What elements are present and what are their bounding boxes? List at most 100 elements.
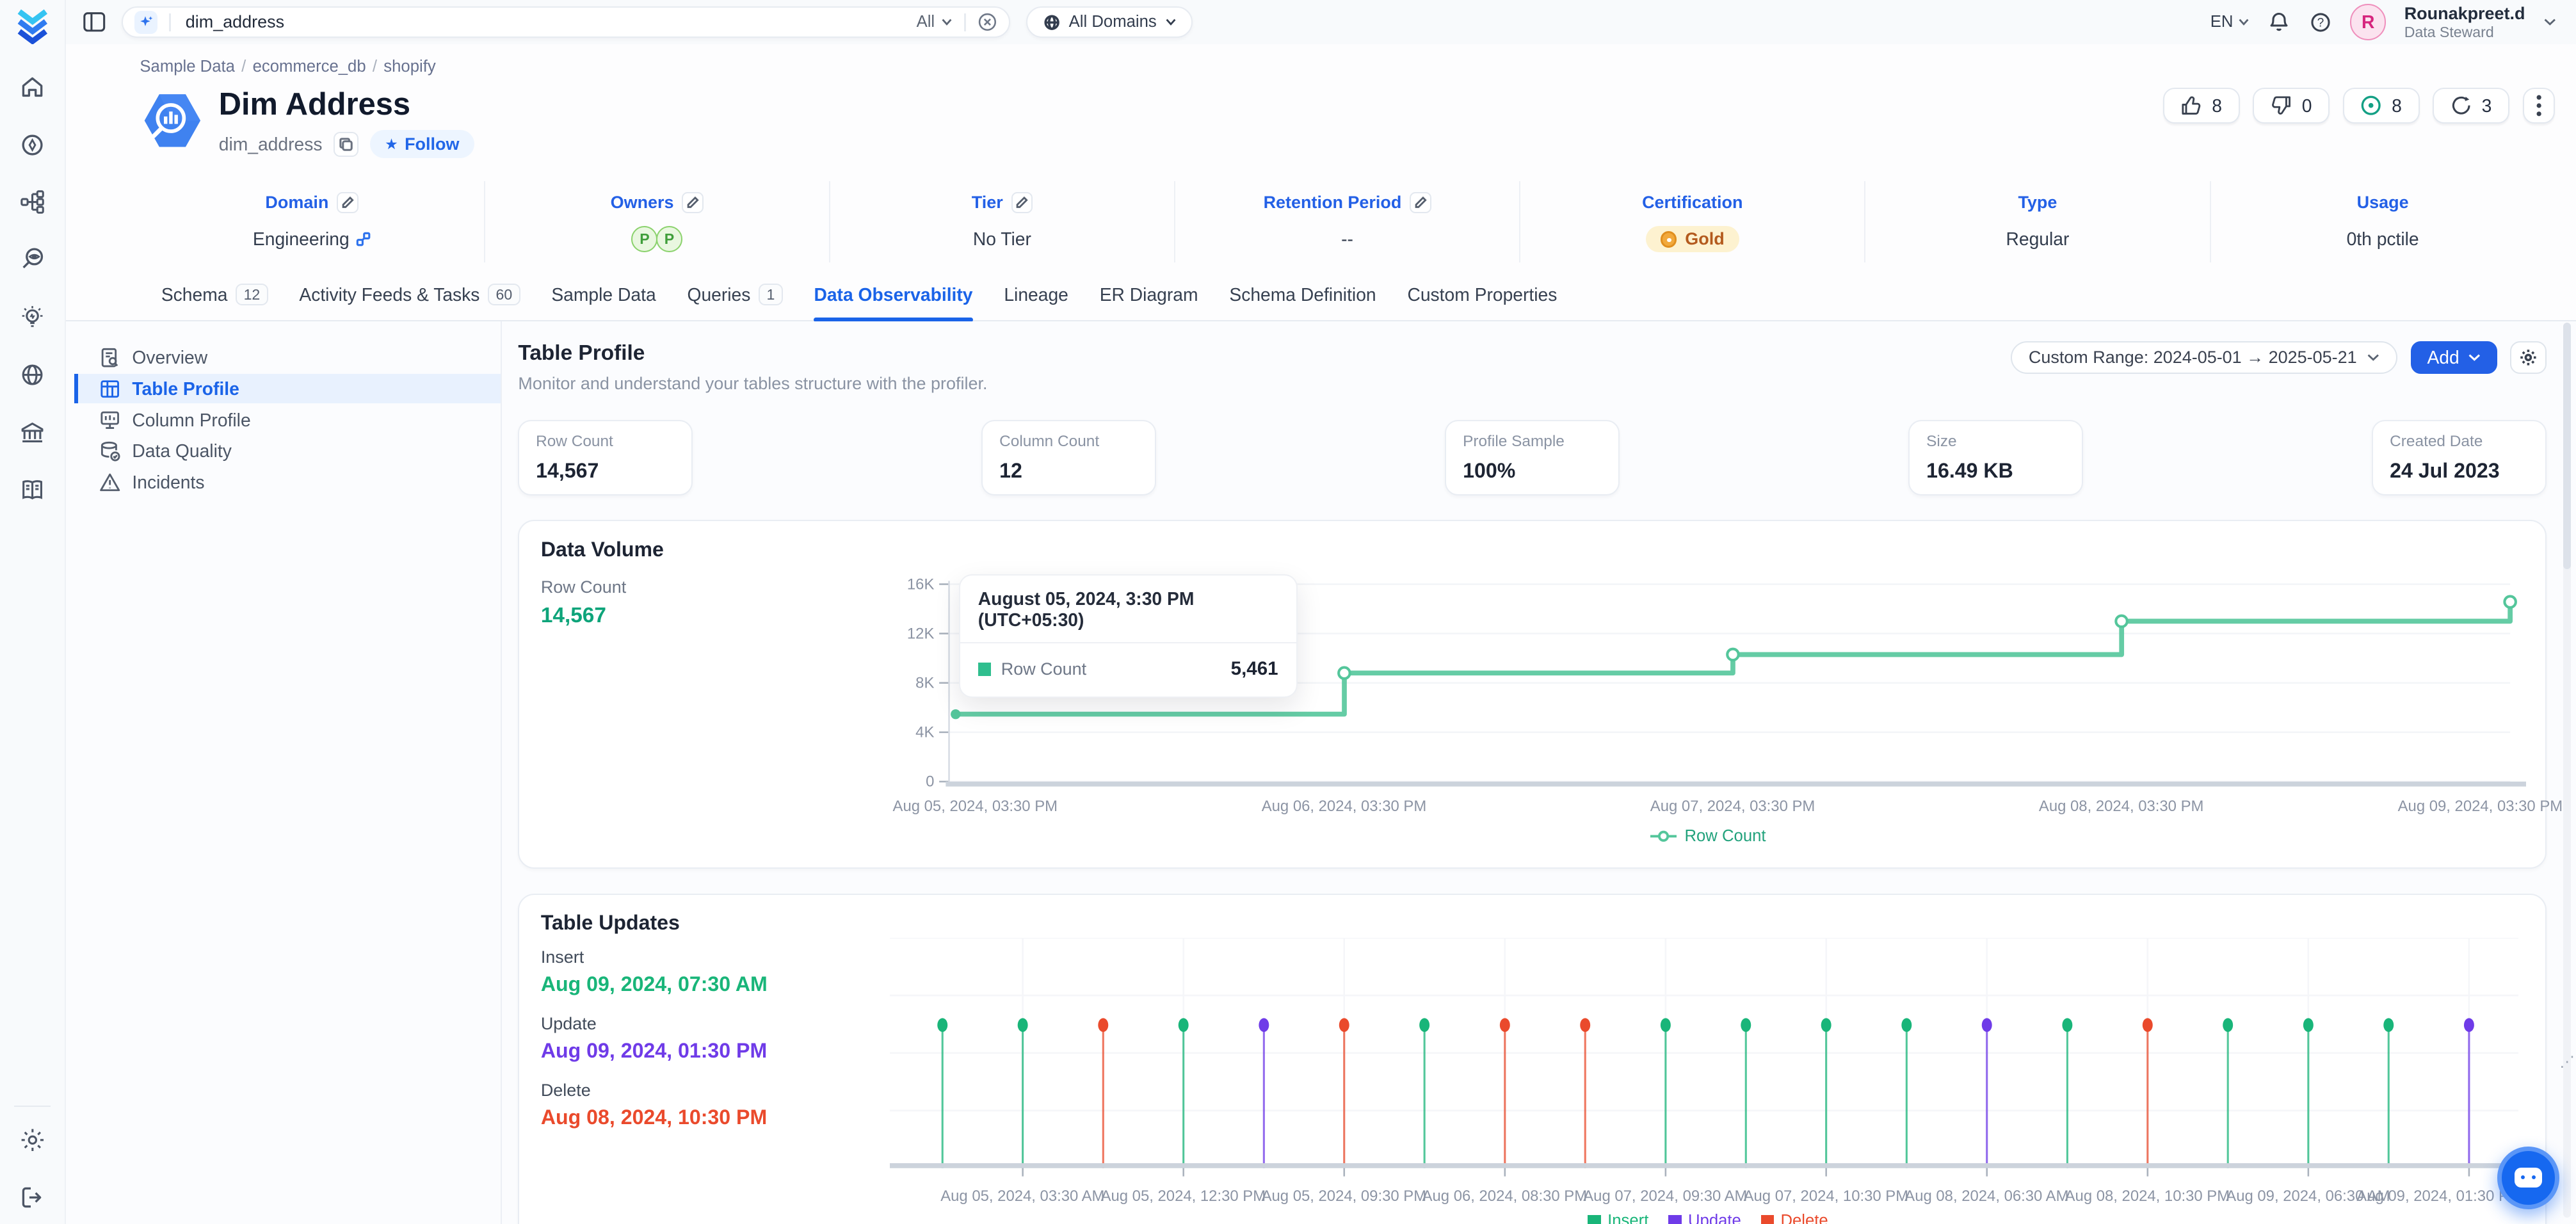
subnav-data-quality[interactable]: Data Quality: [74, 437, 501, 466]
meta-certification: Certification Gold: [1519, 181, 1864, 262]
explore-compass-icon[interactable]: [16, 128, 49, 161]
tab-schema[interactable]: Schema12: [161, 284, 268, 320]
clear-search-icon[interactable]: [978, 12, 997, 32]
user-name: Rounakpreet.d: [2404, 4, 2525, 24]
date-range-dropdown[interactable]: Custom Range: 2024-05-01 → 2025-05-21: [2011, 341, 2397, 374]
incidents-warning-icon: [99, 472, 120, 493]
owner-avatar[interactable]: P: [631, 226, 657, 252]
meta-domain: Domain Engineering: [140, 181, 483, 262]
copy-icon[interactable]: [334, 132, 358, 157]
glossary-book-icon[interactable]: [16, 474, 49, 506]
data-volume-legend[interactable]: Row Count: [890, 827, 2527, 846]
edit-pencil-icon[interactable]: [682, 192, 703, 213]
versions-button[interactable]: 3: [2433, 88, 2509, 124]
tab-data-observability[interactable]: Data Observability: [814, 284, 972, 320]
tab-activity-feeds[interactable]: Activity Feeds & Tasks60: [299, 284, 520, 320]
table-updates-chart[interactable]: Aug 05, 2024, 03:30 AMAug 05, 2024, 12:3…: [890, 938, 2527, 1224]
bell-icon[interactable]: [2267, 11, 2290, 34]
subnav-table-profile[interactable]: Table Profile: [74, 374, 501, 403]
stat-row-count: Row Count14,567: [518, 420, 692, 495]
kebab-menu-icon[interactable]: [2523, 88, 2555, 124]
help-icon[interactable]: ?: [2309, 11, 2332, 34]
certification-badge: Gold: [1646, 226, 1739, 252]
tab-custom-properties[interactable]: Custom Properties: [1407, 284, 1557, 320]
meta-owners: Owners PP: [484, 181, 829, 262]
stat-size: Size16.49 KB: [1908, 420, 2082, 495]
meta-tier: Tier No Tier: [829, 181, 1174, 262]
scrollbar-thumb[interactable]: [2563, 323, 2572, 569]
downvote-button[interactable]: 0: [2253, 88, 2330, 124]
logout-icon[interactable]: [16, 1181, 49, 1214]
lineage-sitemap-icon[interactable]: [16, 186, 49, 218]
governance-bank-icon[interactable]: [16, 416, 49, 449]
tab-schema-definition[interactable]: Schema Definition: [1229, 284, 1376, 320]
meta-retention: Retention Period --: [1174, 181, 1519, 262]
medal-icon: [1661, 231, 1677, 248]
user-menu[interactable]: Rounakpreet.d Data Steward: [2404, 4, 2525, 41]
column-profile-icon: [99, 409, 120, 430]
owner-avatar[interactable]: P: [656, 226, 682, 252]
add-button[interactable]: Add: [2411, 341, 2497, 374]
table-updates-card: Table Updates InsertAug 09, 2024, 07:30 …: [518, 894, 2546, 1224]
table-updates-summary: InsertAug 09, 2024, 07:30 AM UpdateAug 0…: [541, 947, 768, 1147]
insights-bulb-icon[interactable]: [16, 301, 49, 334]
search-input[interactable]: [182, 11, 917, 34]
chat-widget-button[interactable]: [2497, 1147, 2560, 1209]
language-selector[interactable]: EN: [2210, 13, 2250, 31]
table-profile-panel: Table Profile Monitor and understand you…: [502, 321, 2576, 1224]
domains-globe-icon[interactable]: [16, 358, 49, 391]
tab-sample-data[interactable]: Sample Data: [551, 284, 656, 320]
subnav-incidents[interactable]: Incidents: [74, 468, 501, 497]
section-description: Monitor and understand your tables struc…: [518, 374, 987, 394]
edit-pencil-icon[interactable]: [1410, 192, 1431, 213]
overview-doc-icon: [99, 347, 120, 368]
home-icon[interactable]: [16, 70, 49, 103]
chart-tooltip: August 05, 2024, 3:30 PM (UTC+05:30) Row…: [959, 574, 1298, 698]
profiler-settings-gear-icon[interactable]: [2510, 341, 2547, 374]
tab-queries[interactable]: Queries1: [687, 284, 782, 320]
meta-type: Type Regular: [1864, 181, 2209, 262]
profiler-subnav: Overview Table Profile Column Profile Da…: [74, 321, 502, 1224]
section-title: Table Profile: [518, 341, 987, 366]
page-title: Dim Address: [219, 88, 474, 122]
svg-text:?: ?: [2317, 16, 2324, 29]
edit-pencil-icon[interactable]: [337, 192, 358, 213]
breadcrumb-database[interactable]: ecommerce_db: [253, 58, 366, 76]
settings-gear-icon[interactable]: [16, 1123, 49, 1156]
user-avatar[interactable]: R: [2350, 4, 2387, 40]
upvote-button[interactable]: 8: [2163, 88, 2240, 124]
user-chevron-down-icon[interactable]: [2543, 18, 2557, 26]
edit-pencil-icon[interactable]: [1011, 192, 1033, 213]
ai-sparkle-icon: [134, 11, 157, 34]
breadcrumb-schema[interactable]: shopify: [383, 58, 435, 76]
entity-page: Sample Data/ecommerce_db/shopify Dim Add…: [66, 44, 2576, 1223]
breadcrumb-service[interactable]: Sample Data: [140, 58, 235, 76]
sidebar-toggle-icon[interactable]: [82, 10, 107, 35]
resize-handle-icon[interactable]: ⋰: [2559, 1053, 2574, 1070]
search-scope-dropdown[interactable]: All: [917, 13, 953, 31]
app-logo[interactable]: [13, 8, 52, 45]
open-tasks-button[interactable]: 8: [2343, 88, 2420, 124]
data-quality-icon: [99, 440, 120, 462]
bigquery-service-icon: [140, 88, 205, 154]
table-updates-legend[interactable]: InsertUpdateDelete: [890, 1212, 2527, 1223]
svg-text:12K: 12K: [906, 625, 934, 642]
svg-text:4K: 4K: [915, 723, 934, 741]
subnav-overview[interactable]: Overview: [74, 342, 501, 372]
app-screen: All All Domains EN ? R Rounakpreet.d Dat…: [0, 0, 2576, 1224]
observability-search-eye-icon[interactable]: [16, 243, 49, 276]
subnav-column-profile[interactable]: Column Profile: [74, 405, 501, 435]
data-volume-chart[interactable]: August 05, 2024, 3:30 PM (UTC+05:30) Row…: [890, 571, 2527, 846]
tab-er-diagram[interactable]: ER Diagram: [1100, 284, 1198, 320]
table-profile-icon: [99, 378, 120, 399]
breadcrumb: Sample Data/ecommerce_db/shopify: [140, 58, 2554, 76]
metadata-row: Domain Engineering Owners PP Tier No Tie…: [140, 181, 2554, 262]
global-search[interactable]: All: [122, 6, 1010, 38]
follow-button[interactable]: ★Follow: [370, 130, 474, 158]
tooltip-series-swatch: [978, 663, 992, 676]
domains-filter-button[interactable]: All Domains: [1026, 6, 1192, 38]
stat-column-count: Column Count12: [981, 420, 1155, 495]
stat-created-date: Created Date24 Jul 2023: [2372, 420, 2546, 495]
scrollbar[interactable]: [2563, 323, 2572, 1218]
tab-lineage[interactable]: Lineage: [1004, 284, 1068, 320]
